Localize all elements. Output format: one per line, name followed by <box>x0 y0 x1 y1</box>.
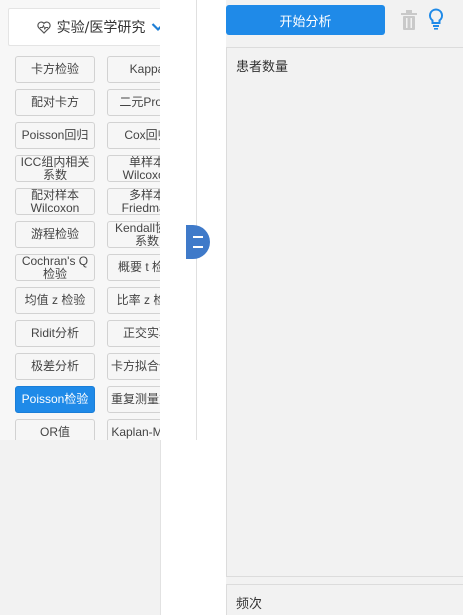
left-blank-area <box>0 440 160 615</box>
method-button[interactable]: 配对样本Wilcoxon <box>15 188 95 215</box>
panel-divider <box>196 0 197 440</box>
middle-column <box>160 0 226 615</box>
divider <box>160 440 161 615</box>
patients-label: 患者数量 <box>236 60 289 75</box>
trash-icon[interactable] <box>401 10 417 30</box>
method-button[interactable]: 卡方检验 <box>15 56 95 83</box>
method-button[interactable]: 均值 z 检验 <box>15 287 95 314</box>
menu-icon <box>193 236 203 248</box>
frequency-field[interactable]: 频次 <box>226 584 463 615</box>
method-button[interactable]: ICC组内相关系数 <box>15 155 95 182</box>
method-button[interactable]: 极差分析 <box>15 353 95 380</box>
heart-pulse-icon <box>36 20 51 34</box>
method-button[interactable]: 游程检验 <box>15 221 95 248</box>
lightbulb-icon[interactable] <box>428 8 444 30</box>
frequency-label: 频次 <box>236 597 263 612</box>
method-button[interactable]: OR值 <box>15 419 95 440</box>
start-analysis-button[interactable]: 开始分析 <box>226 5 385 35</box>
method-button-selected[interactable]: Poisson检验 <box>15 386 95 413</box>
patients-field[interactable]: 患者数量 <box>226 47 463 577</box>
method-button[interactable]: Poisson回归 <box>15 122 95 149</box>
category-label: 实验/医学研究 <box>56 20 146 36</box>
method-button[interactable]: Ridit分析 <box>15 320 95 347</box>
method-button[interactable]: 配对卡方 <box>15 89 95 116</box>
method-button[interactable]: Cochran's Q检验 <box>15 254 95 281</box>
